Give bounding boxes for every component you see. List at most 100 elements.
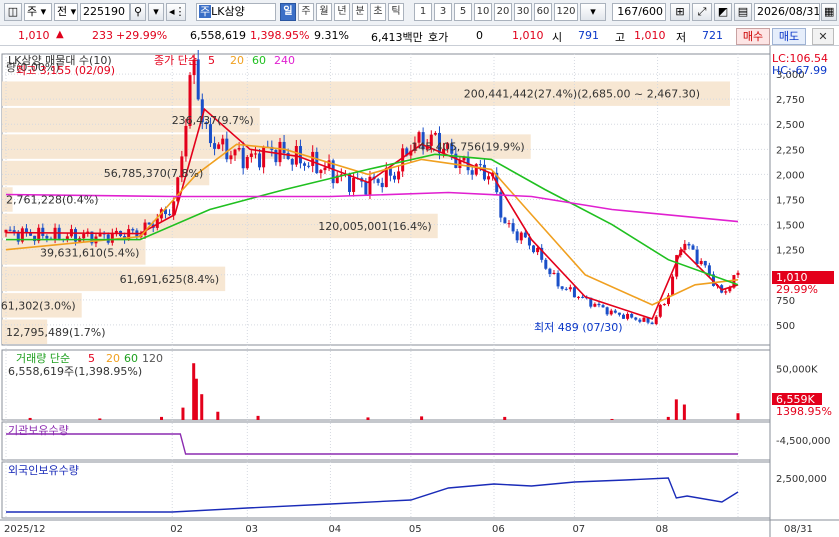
calendar-icon[interactable]: ▦ [821, 3, 837, 21]
candle-body [474, 164, 478, 175]
candle-body [45, 235, 49, 239]
grid-tool-icon[interactable]: ⊞ [670, 3, 690, 21]
ma-label: 종가 단순 [154, 54, 198, 67]
volume-note: 6,558,619주(1,398.95%) [8, 365, 142, 378]
volume-profile-label: 120,005,001(16.4%) [318, 220, 432, 233]
candle-body [147, 222, 151, 225]
sell-label: 매도 [778, 30, 800, 43]
candle-body [601, 305, 605, 308]
volume-profile-label: 236,437(9.7%) [172, 114, 254, 127]
ma-period-label: 60 [252, 54, 266, 67]
count-value: 167/600 [617, 5, 663, 18]
print-icon[interactable]: ▤ [734, 3, 752, 21]
candle-body [470, 170, 474, 175]
x-tick-label: 04 [328, 524, 341, 535]
volume-profile-label: 145,405,756(19.9%) [411, 141, 525, 154]
lock-icon[interactable]: ◩ [714, 3, 732, 21]
candle-body [462, 157, 466, 161]
candle-body [106, 234, 110, 243]
ma-period-label: 5 [208, 54, 215, 67]
period-tab-4[interactable]: 분 [352, 3, 368, 21]
period-tab-3[interactable]: 년 [334, 3, 350, 21]
chevron-down-icon[interactable]: ▾ [148, 3, 164, 21]
market-select[interactable]: 주 ▾ [24, 3, 52, 21]
period-tab-5[interactable]: 초 [370, 3, 386, 21]
minute-tab-5[interactable]: 5 [454, 3, 472, 21]
stock-code-input[interactable]: 225190 [80, 3, 130, 21]
minute-tab-10[interactable]: 10 [474, 3, 492, 21]
period-tab-6[interactable]: 틱 [388, 3, 404, 21]
candle-body [274, 150, 278, 163]
candle-body [736, 272, 740, 276]
candle-body [258, 153, 262, 168]
speaker-icon[interactable]: ◂⋮ [166, 3, 186, 21]
volume-bar [200, 394, 204, 420]
minute-tab-20[interactable]: 20 [494, 3, 512, 21]
x-tick-label: 06 [492, 524, 505, 535]
period-tab-0[interactable]: 일 [280, 3, 296, 21]
volume-profile-label: 21,761,302(3.0%) [0, 299, 76, 312]
candle-body [532, 245, 536, 253]
candle-body [707, 265, 711, 275]
draw-tool-icon[interactable]: ⤢ [692, 3, 712, 21]
period-tab-2[interactable]: 월 [316, 3, 332, 21]
volume-profile-label: 200,441,442(27.4%)(2,685.00 ~ 2,467.30) [464, 88, 700, 101]
minute-tab-120[interactable]: 120 [554, 3, 578, 21]
close-icon[interactable]: ✕ [812, 28, 834, 45]
candle-body [621, 314, 625, 319]
volume-value: 6,558,619 [190, 29, 246, 42]
high-note: 최고 3,155 (02/09) [16, 64, 115, 77]
x-tick-label: 07 [572, 524, 585, 535]
buy-button[interactable]: 매수 [736, 28, 770, 45]
prev-select[interactable]: 전 ▾ [54, 3, 78, 21]
search-icon[interactable]: ⚲ [130, 3, 146, 21]
sell-button[interactable]: 매도 [772, 28, 806, 45]
hoga-price: 1,010 [512, 29, 544, 42]
volume-profile-label: 61,691,625(8.4%) [120, 273, 220, 286]
minute-dropdown[interactable]: ▾ [580, 3, 606, 21]
volume-ma-period: 5 [88, 352, 95, 365]
minute-tab-3[interactable]: 3 [434, 3, 452, 21]
volume-bar [98, 418, 102, 420]
x-tick-label: 08/31 [784, 524, 813, 535]
candle-body [552, 272, 556, 275]
volume-bar [503, 416, 507, 420]
volume-bar [28, 417, 32, 420]
volume-bar [666, 416, 670, 420]
chart-toolbar: ◫ 주 ▾ 전 ▾ 225190 ⚲ ▾ ◂⋮ 주LK삼양 일주월년분초틱 13… [0, 0, 839, 26]
volume-ma-period: 60 [124, 352, 138, 365]
prev-label: 전 [57, 5, 68, 18]
price-tick-label: 2,250 [776, 145, 805, 156]
price-tick-label: 1,500 [776, 221, 805, 232]
count-field[interactable]: 167/600 [612, 3, 666, 21]
candle-body [8, 229, 12, 231]
candle-body [630, 313, 634, 318]
candle-body [311, 151, 315, 166]
minute-tab-1[interactable]: 1 [414, 3, 432, 21]
candle-body [24, 228, 28, 233]
price-tick-label: 2,000 [776, 170, 805, 181]
x-tick-label: 03 [245, 524, 258, 535]
chart-settings-icon[interactable]: ◫ [4, 3, 22, 21]
x-tick-label: 08 [656, 524, 669, 535]
minute-tab-30[interactable]: 30 [514, 3, 532, 21]
candle-body [392, 175, 396, 180]
candle-body [323, 167, 327, 171]
stock-name-field[interactable]: 주LK삼양 [196, 3, 276, 21]
volume-ratio: 1,398.95% [250, 29, 310, 42]
date-field[interactable]: 2026/08/31 [754, 3, 820, 21]
minute-tab-60[interactable]: 60 [534, 3, 552, 21]
candle-body [687, 243, 691, 246]
price-tick-label: 1,750 [776, 196, 805, 207]
candle-body [560, 286, 564, 289]
volume-tick-label: 50,000K [776, 364, 818, 375]
period-tab-1[interactable]: 주 [298, 3, 314, 21]
candle-body [556, 272, 560, 287]
volume-bar [256, 415, 260, 420]
candle-body [233, 149, 237, 156]
stock-chart[interactable]: 5007501,0001,2501,5001,7502,0002,2502,50… [0, 46, 839, 537]
market-label: 주 [27, 5, 38, 18]
candle-body [564, 288, 568, 290]
candle-body [654, 316, 658, 324]
candle-body [691, 245, 695, 250]
